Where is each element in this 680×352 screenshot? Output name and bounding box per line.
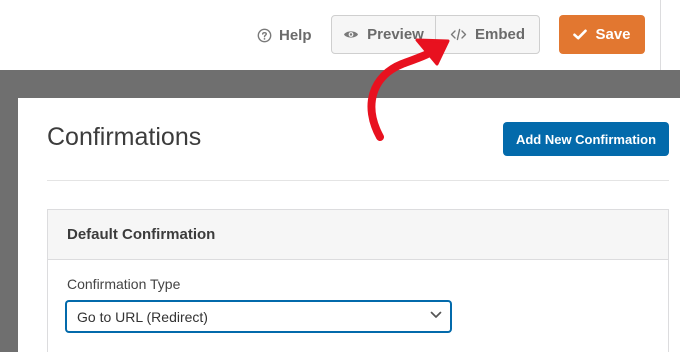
preview-button[interactable]: Preview — [332, 16, 435, 53]
confirmation-type-label: Confirmation Type — [67, 276, 181, 292]
title-divider — [47, 180, 669, 181]
card-header[interactable]: Default Confirmation — [48, 210, 668, 260]
help-circle-icon — [257, 28, 272, 42]
preview-embed-group: Preview Embed — [331, 15, 540, 54]
top-toolbar: Help Preview Embed Save — [0, 0, 680, 70]
embed-button[interactable]: Embed — [435, 16, 539, 53]
builder-backdrop: Confirmations Add New Confirmation Defau… — [0, 70, 680, 352]
default-confirmation-card: Default Confirmation Confirmation Type G… — [47, 209, 669, 352]
save-label: Save — [595, 26, 631, 43]
help-label: Help — [279, 26, 312, 44]
eye-icon — [344, 31, 359, 38]
help-button[interactable]: Help — [257, 24, 312, 46]
page-title: Confirmations — [47, 123, 202, 151]
embed-label: Embed — [474, 26, 525, 43]
chevron-down-icon — [430, 311, 442, 318]
code-icon — [450, 28, 467, 41]
toolbar-divider — [660, 0, 661, 70]
add-new-confirmation-button[interactable]: Add New Confirmation — [503, 122, 669, 156]
checkmark-icon — [573, 29, 588, 40]
save-button[interactable]: Save — [559, 15, 645, 54]
confirmation-type-value: Go to URL (Redirect) — [77, 308, 208, 325]
confirmations-panel: Confirmations Add New Confirmation Defau… — [18, 98, 680, 352]
confirmation-type-select[interactable]: Go to URL (Redirect) — [66, 301, 451, 332]
preview-label: Preview — [367, 26, 424, 43]
